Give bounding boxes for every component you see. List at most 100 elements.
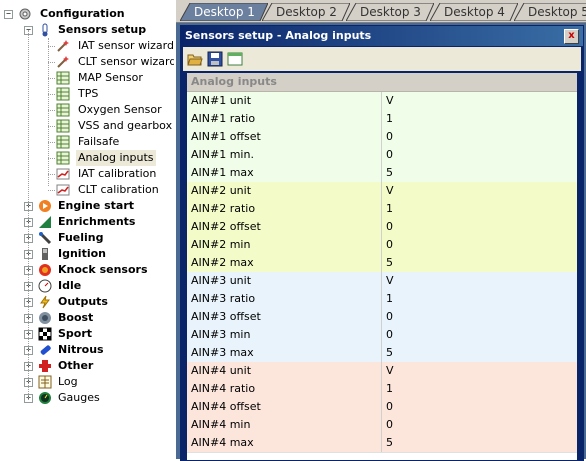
grid-row[interactable]: AIN#3 ratio 1 xyxy=(187,290,577,309)
close-button[interactable]: x xyxy=(564,29,579,44)
tree-section-outputs[interactable]: + Outputs xyxy=(24,294,174,310)
grid-row[interactable]: AIN#2 unit V xyxy=(187,182,577,201)
row-value-field[interactable]: 1 xyxy=(381,200,577,218)
row-value-field[interactable]: 0 xyxy=(381,398,577,416)
sensors-setup-window: Sensors setup - Analog inputs x Analog i… xyxy=(180,25,584,461)
tree-item-label: Sensors setup xyxy=(58,23,147,36)
tree-item-iat-calibration[interactable]: IAT calibration xyxy=(56,166,174,182)
row-value-field[interactable]: 0 xyxy=(381,146,577,164)
row-value-field[interactable]: 1 xyxy=(381,290,577,308)
grid-row[interactable]: AIN#3 unit V xyxy=(187,272,577,291)
grid-row[interactable]: AIN#4 ratio 1 xyxy=(187,380,577,399)
row-value-field[interactable]: 0 xyxy=(381,236,577,254)
row-value-field[interactable]: V xyxy=(381,362,577,380)
save-icon[interactable] xyxy=(207,51,223,67)
grid-row[interactable]: AIN#2 min 0 xyxy=(187,236,577,255)
tree-section-nitrous[interactable]: + Nitrous xyxy=(24,342,174,358)
grid-row[interactable]: AIN#1 offset 0 xyxy=(187,128,577,147)
grid-row[interactable]: AIN#4 unit V xyxy=(187,362,577,381)
grid-row[interactable]: AIN#2 ratio 1 xyxy=(187,200,577,219)
grid-row[interactable]: AIN#4 max 5 xyxy=(187,434,577,453)
tree-item-label: VSS and gearbox xyxy=(78,119,173,132)
tree-section-fueling[interactable]: + Fueling xyxy=(24,230,174,246)
collapse-toggle[interactable]: − xyxy=(4,10,13,19)
tree-section-idle[interactable]: + Idle xyxy=(24,278,174,294)
sport-flag-icon xyxy=(38,327,52,341)
tree-item-failsafe[interactable]: Failsafe xyxy=(56,134,174,150)
row-value-field[interactable]: 5 xyxy=(381,434,577,452)
row-label: AIN#3 ratio xyxy=(191,292,256,305)
window-title: Sensors setup - Analog inputs xyxy=(185,29,372,42)
tree-section-enrichments[interactable]: + Enrichments xyxy=(24,214,174,230)
tree-item-label: Log xyxy=(58,375,78,388)
tree-section-sport[interactable]: + Sport xyxy=(24,326,174,342)
tree-item-oxygen-sensor[interactable]: Oxygen Sensor xyxy=(56,102,174,118)
gauges-icon xyxy=(38,391,52,405)
tree-root-label: Configuration xyxy=(40,7,125,20)
row-value-field[interactable]: 0 xyxy=(381,308,577,326)
tree-item-label: Enrichments xyxy=(58,215,136,228)
grid-row[interactable]: AIN#4 offset 0 xyxy=(187,398,577,417)
row-value-field[interactable]: 5 xyxy=(381,164,577,182)
window-titlebar[interactable]: Sensors setup - Analog inputs x xyxy=(181,26,583,46)
tree-item-log[interactable]: + Log xyxy=(24,374,174,390)
row-value-field[interactable]: 5 xyxy=(381,344,577,362)
row-value-field[interactable]: 0 xyxy=(381,218,577,236)
window-icon[interactable] xyxy=(227,51,243,67)
tree-section-knock-sensors[interactable]: + Knock sensors xyxy=(24,262,174,278)
tree-section-ignition[interactable]: + Ignition xyxy=(24,246,174,262)
row-value-field[interactable]: V xyxy=(381,182,577,200)
tree-item-clt-calibration[interactable]: CLT calibration xyxy=(56,182,174,198)
tab-desktop-4[interactable]: Desktop 4 xyxy=(430,3,518,21)
tree-item-iat-sensor-wizard[interactable]: IAT sensor wizard xyxy=(56,38,174,54)
table-grid-icon xyxy=(56,135,70,149)
open-folder-icon[interactable] xyxy=(187,51,203,67)
row-value-field[interactable]: 5 xyxy=(381,254,577,272)
tree-item-label: Sport xyxy=(58,327,93,340)
tab-desktop-2[interactable]: Desktop 2 xyxy=(262,3,350,21)
tree-item-label: MAP Sensor xyxy=(78,71,143,84)
grid-row[interactable]: AIN#2 max 5 xyxy=(187,254,577,273)
tree-item-label: Gauges xyxy=(58,391,100,404)
tree-section-other[interactable]: + Other xyxy=(24,358,174,374)
row-value-field[interactable]: 1 xyxy=(381,380,577,398)
tree-item-label: TPS xyxy=(78,87,99,100)
tab-desktop-1[interactable]: Desktop 1 xyxy=(180,3,268,21)
tree-item-tps[interactable]: TPS xyxy=(56,86,174,102)
row-value-field[interactable]: 1 xyxy=(381,110,577,128)
tree-item-sensors-setup[interactable]: − Sensors setup xyxy=(24,22,174,38)
grid-row[interactable]: AIN#3 max 5 xyxy=(187,344,577,363)
row-value-field[interactable]: 0 xyxy=(381,326,577,344)
grid-row[interactable]: AIN#3 min 0 xyxy=(187,326,577,345)
row-value-field[interactable]: V xyxy=(381,272,577,290)
tab-desktop-5[interactable]: Desktop 5 xyxy=(514,3,586,21)
tab-desktop-3[interactable]: Desktop 3 xyxy=(346,3,434,21)
tree-item-clt-sensor-wizard[interactable]: CLT sensor wizard xyxy=(56,54,174,70)
tree-item-gauges[interactable]: + Gauges xyxy=(24,390,174,406)
grid-row[interactable]: AIN#4 min 0 xyxy=(187,416,577,435)
grid-row[interactable]: AIN#2 offset 0 xyxy=(187,218,577,237)
row-value-field[interactable]: 0 xyxy=(381,416,577,434)
tree-item-label: Engine start xyxy=(58,199,135,212)
idle-icon xyxy=(38,279,52,293)
grid-row[interactable]: AIN#3 offset 0 xyxy=(187,308,577,327)
row-label: AIN#4 unit xyxy=(191,364,252,377)
tree-root-configuration[interactable]: − Configuration xyxy=(4,6,174,22)
row-value-field[interactable]: V xyxy=(381,92,577,110)
grid-row[interactable]: AIN#1 unit V xyxy=(187,92,577,111)
row-label: AIN#2 offset xyxy=(191,220,261,233)
row-value-field[interactable]: 0 xyxy=(381,128,577,146)
tree-section-boost[interactable]: + Boost xyxy=(24,310,174,326)
grid-row[interactable]: AIN#1 ratio 1 xyxy=(187,110,577,129)
tree-item-label: IAT sensor wizard xyxy=(78,39,174,52)
tree-connector xyxy=(48,94,55,95)
grid-row[interactable]: AIN#1 min. 0 xyxy=(187,146,577,165)
tree-item-vss-and-gearbox[interactable]: VSS and gearbox xyxy=(56,118,174,134)
tree-item-analog-inputs[interactable]: Analog inputs xyxy=(56,150,174,166)
row-label: AIN#1 ratio xyxy=(191,112,256,125)
grid-row[interactable]: AIN#1 max 5 xyxy=(187,164,577,183)
boost-icon xyxy=(38,311,52,325)
tree-item-map-sensor[interactable]: MAP Sensor xyxy=(56,70,174,86)
tree-connector xyxy=(48,158,55,159)
tree-section-engine-start[interactable]: + Engine start xyxy=(24,198,174,214)
